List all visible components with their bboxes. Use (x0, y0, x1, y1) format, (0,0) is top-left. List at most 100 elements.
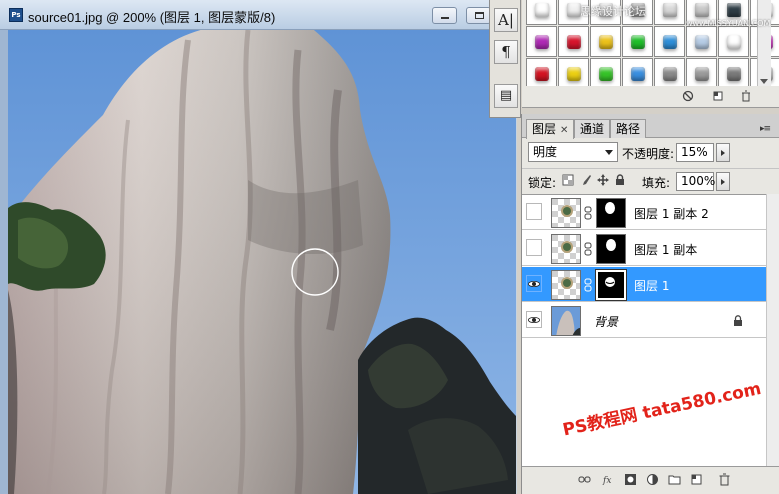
mask-link-icon[interactable] (584, 278, 592, 292)
visibility-toggle[interactable] (526, 239, 542, 256)
layer-mask-thumbnail[interactable] (595, 269, 627, 301)
maximize-button[interactable] (466, 7, 491, 24)
lock-image-brush-icon[interactable] (580, 174, 592, 186)
photoshop-workspace: Ps source01.jpg @ 200% (图层 1, 图层蒙版/8) A|… (0, 0, 779, 494)
delete-style-icon[interactable] (740, 90, 752, 102)
layer-row-background[interactable]: 背景 (522, 303, 766, 338)
style-swatch[interactable] (654, 0, 685, 25)
style-swatch-chip (567, 35, 581, 49)
mask-link-icon[interactable] (584, 242, 592, 256)
style-swatch[interactable] (686, 26, 717, 57)
layer-mask-thumbnail[interactable] (596, 198, 626, 228)
style-swatch-chip (695, 3, 709, 17)
visibility-toggle[interactable] (526, 203, 542, 220)
style-swatch-chip (727, 35, 741, 49)
layer-thumbnail[interactable] (551, 234, 581, 264)
layer-row[interactable]: 图层 1 副本 2 (522, 195, 766, 230)
layer-name[interactable]: 背景 (594, 313, 618, 330)
tab-channels[interactable]: 通道 (574, 119, 611, 138)
layers-panel: 图层✕ 通道 路径 ▸≡ 明度 不透明度: 15% 锁定: 填充: 100% (521, 114, 779, 494)
style-swatch[interactable] (622, 58, 653, 89)
opacity-slider-button[interactable] (716, 143, 730, 162)
styles-panel (522, 0, 779, 108)
lock-row: 锁定: 填充: 100% (522, 168, 779, 194)
style-swatch[interactable] (590, 26, 621, 57)
styles-scrollbar[interactable] (757, 0, 771, 86)
tab-layers[interactable]: 图层 ✕ (526, 119, 575, 139)
style-swatch[interactable] (718, 26, 749, 57)
layers-scrollbar[interactable] (766, 194, 779, 466)
lock-label: 锁定: (528, 176, 557, 190)
character-icon: A| (498, 11, 514, 29)
background-thumbnail[interactable] (551, 306, 581, 336)
document-title: source01.jpg @ 200% (图层 1, 图层蒙版/8) (28, 10, 276, 25)
adjustment-layer-icon[interactable] (646, 473, 659, 486)
tab-paths-label: 路径 (616, 122, 641, 136)
image-canvas[interactable] (8, 30, 516, 494)
style-swatch-chip (535, 35, 549, 49)
fill-slider-button[interactable] (716, 172, 730, 191)
style-swatch-chip (727, 3, 741, 17)
minimize-button[interactable] (432, 7, 457, 24)
style-swatch[interactable] (558, 26, 589, 57)
layer-mask-thumbnail[interactable] (596, 234, 626, 264)
tab-layers-label: 图层 (532, 122, 557, 136)
layer-comps-panel-button[interactable]: ▤ (494, 84, 518, 108)
character-panel-button[interactable]: A| (494, 8, 518, 32)
add-mask-icon[interactable] (624, 473, 637, 486)
style-swatch[interactable] (526, 58, 557, 89)
layer-name[interactable]: 图层 1 副本 2 (634, 205, 709, 222)
fill-input[interactable]: 100% (676, 172, 715, 191)
mask-link-icon[interactable] (584, 206, 592, 220)
style-swatch[interactable] (718, 58, 749, 89)
style-swatch[interactable] (526, 0, 557, 25)
blend-mode-select[interactable]: 明度 (528, 142, 618, 162)
blend-row: 明度 不透明度: 15% (522, 140, 779, 166)
tab-paths[interactable]: 路径 (610, 119, 647, 138)
style-swatch-chip (599, 67, 613, 81)
close-tab-icon[interactable]: ✕ (560, 125, 568, 136)
document-titlebar[interactable]: Ps source01.jpg @ 200% (图层 1, 图层蒙版/8) (0, 0, 516, 30)
new-group-folder-icon[interactable] (668, 473, 681, 486)
style-swatch[interactable] (654, 26, 685, 57)
layer-thumbnail[interactable] (551, 270, 581, 300)
style-swatch-chip (663, 3, 677, 17)
layer-thumbnail[interactable] (551, 198, 581, 228)
visibility-toggle[interactable] (526, 311, 542, 328)
style-swatch[interactable] (590, 58, 621, 89)
opacity-input[interactable]: 15% (676, 143, 714, 162)
scroll-down-icon[interactable] (760, 79, 768, 84)
visibility-toggle[interactable] (526, 275, 542, 292)
layer-name[interactable]: 图层 1 副本 (634, 241, 697, 258)
style-swatch-chip (663, 35, 677, 49)
eye-icon (528, 280, 540, 288)
style-swatch[interactable] (558, 58, 589, 89)
tab-channels-label: 通道 (580, 122, 605, 136)
new-layer-icon[interactable] (690, 473, 703, 486)
layer-row-selected[interactable]: 图层 1 (522, 267, 766, 302)
chevron-down-icon (605, 150, 613, 155)
panel-menu-icon[interactable]: ▸≡ (760, 124, 774, 134)
style-swatch-chip (695, 67, 709, 81)
style-swatch-chip (535, 67, 549, 81)
clear-style-icon[interactable] (682, 90, 694, 102)
layer-style-fx-icon[interactable]: fx (602, 473, 615, 486)
style-swatch[interactable] (526, 26, 557, 57)
lock-all-icon[interactable] (614, 174, 626, 186)
layer-list: 图层 1 副本 2 图层 1 副本 图层 1 背景 (522, 194, 766, 466)
delete-layer-icon[interactable] (718, 473, 731, 486)
new-style-icon[interactable] (712, 90, 724, 102)
style-swatch[interactable] (654, 58, 685, 89)
layer-row[interactable]: 图层 1 副本 (522, 231, 766, 266)
style-swatch[interactable] (622, 26, 653, 57)
lock-position-move-icon[interactable] (597, 174, 609, 186)
minimize-icon (441, 17, 449, 19)
layer-name[interactable]: 图层 1 (634, 277, 669, 294)
fill-label: 填充: (642, 176, 671, 190)
paragraph-panel-button[interactable]: ¶ (494, 40, 518, 64)
lock-transparency-icon[interactable] (562, 174, 574, 186)
style-swatch[interactable] (686, 58, 717, 89)
rock-photo (8, 30, 516, 494)
document-window: Ps source01.jpg @ 200% (图层 1, 图层蒙版/8) (0, 0, 516, 494)
link-layers-icon[interactable] (578, 473, 591, 486)
